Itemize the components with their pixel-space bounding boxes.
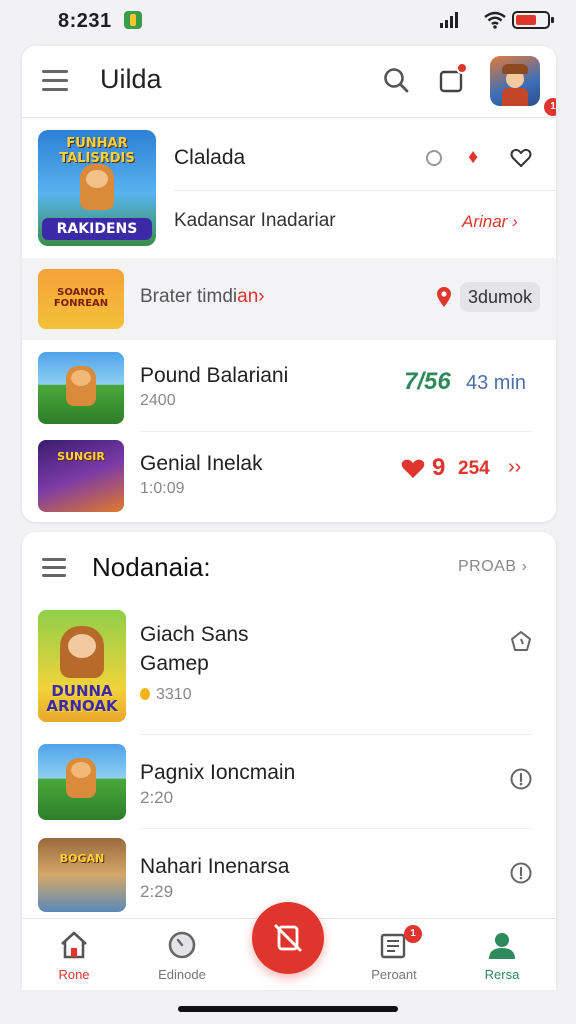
- center-action-button[interactable]: [252, 902, 324, 974]
- fire-icon[interactable]: ♦: [468, 146, 478, 169]
- nav-item-profile[interactable]: Rersa: [452, 919, 552, 991]
- wifi-icon: [484, 11, 506, 29]
- chevron-right-icon[interactable]: ››: [508, 456, 521, 479]
- profile-icon: [489, 933, 515, 959]
- search-icon[interactable]: [382, 66, 410, 94]
- status-bar: 8:231: [0, 0, 576, 40]
- thumb-text: BOGAN: [59, 852, 105, 865]
- featured-thumb-title: FUNHAR TALISRDIS: [59, 136, 135, 166]
- avatar[interactable]: [490, 56, 540, 106]
- highlight-thumb-text: SOANOR FONREAN: [53, 287, 109, 309]
- no-phone-icon: [274, 924, 302, 952]
- game-meta: 1:0:09: [140, 480, 185, 497]
- notification-dot: [456, 62, 468, 74]
- featured-more-link[interactable]: Arinar ›: [462, 212, 518, 232]
- game-meta: 2:29: [140, 882, 174, 901]
- app-bar: Uilda: [22, 46, 556, 118]
- featured-thumb-character: [80, 164, 114, 210]
- game-name: Pagnix Ioncmain: [140, 761, 296, 784]
- thumb-text: DUNNA ARNOAK: [46, 682, 118, 715]
- divider: [140, 828, 532, 829]
- list-item[interactable]: Pagnix Ioncmain 2:20: [22, 742, 556, 832]
- battery-icon: [512, 11, 554, 29]
- game-name-line2: Gamep: [140, 652, 209, 675]
- stat-duration: 43 min: [466, 372, 527, 394]
- status-time: 8:231: [58, 10, 112, 32]
- stat-count: 254: [458, 458, 490, 479]
- radio-icon[interactable]: [426, 150, 442, 166]
- heart-outline-icon[interactable]: [510, 148, 532, 168]
- pentagon-icon[interactable]: [510, 630, 532, 652]
- highlight-text-plain: Brater timdi: [140, 286, 238, 307]
- highlight-text-accent: an›: [237, 286, 265, 307]
- highlight-text: Brater timdian›: [140, 286, 265, 308]
- stat-likes: 9: [432, 454, 446, 481]
- featured-game-thumbnail[interactable]: FUNHAR TALISRDIS RAKIDENS: [38, 130, 156, 246]
- nav-label-home: Rone: [58, 967, 90, 982]
- home-indicator[interactable]: [178, 1006, 398, 1012]
- section-title: Nodanaia:: [92, 552, 211, 582]
- game-meta: 2:20: [140, 788, 174, 807]
- game-name: Nahari Inenarsa: [140, 855, 290, 878]
- nav-badge: 1: [404, 925, 422, 943]
- notification-app-icon: [124, 11, 142, 29]
- avatar-badge: 1: [544, 98, 556, 116]
- nav-label-history: Edinode: [158, 967, 206, 982]
- list-item[interactable]: Pound Balariani 2400 7/56 43 min: [22, 344, 556, 432]
- nav-label-library: Peroant: [371, 967, 417, 982]
- game-thumbnail: SUNGIR: [38, 440, 124, 512]
- divider: [140, 734, 532, 735]
- thumb-character: [66, 366, 96, 406]
- nav-label-profile: Rersa: [484, 967, 520, 982]
- game-thumbnail: BOGAN: [38, 838, 126, 912]
- game-name: Genial Inelak: [140, 452, 263, 475]
- menu-icon[interactable]: [42, 70, 68, 91]
- game-meta: 3310: [140, 686, 192, 704]
- featured-game-subtitle: Kadansar Inadariar: [174, 210, 336, 231]
- clock-icon: [168, 931, 196, 959]
- highlight-pill[interactable]: 3dumok: [460, 282, 541, 312]
- thumb-character: [66, 758, 96, 798]
- coin-icon: [140, 688, 150, 700]
- section-see-all-link[interactable]: PROAB ›: [458, 558, 527, 576]
- highlight-thumbnail: SOANOR FONREAN: [38, 269, 124, 329]
- divider: [174, 190, 556, 191]
- nav-item-library[interactable]: 1 Peroant: [344, 919, 444, 991]
- game-name: Giach Sans Gamep: [140, 620, 249, 678]
- game-meta: 2400: [140, 392, 176, 409]
- list-item[interactable]: DUNNA ARNOAK Giach Sans Gamep 3310: [22, 610, 556, 735]
- app-title: Uilda: [100, 64, 162, 94]
- heart-icon: [401, 459, 425, 478]
- game-name-line1: Giach Sans: [140, 623, 249, 646]
- featured-game-name[interactable]: Clalada: [174, 146, 245, 170]
- featured-thumb-subtitle: RAKIDENS: [42, 218, 152, 240]
- signal-icon: [440, 12, 458, 28]
- game-thumbnail: [38, 744, 126, 820]
- info-icon[interactable]: [510, 862, 532, 884]
- menu-icon[interactable]: [42, 558, 66, 577]
- info-icon[interactable]: [510, 768, 532, 790]
- top-card: Uilda 1 FUNHAR TALISRDIS RAKIDENS Clalad…: [22, 46, 556, 522]
- highlight-row[interactable]: SOANOR FONREAN Brater timdian› 3dumok: [22, 258, 556, 340]
- nav-item-home[interactable]: Rone: [24, 919, 124, 991]
- game-name: Pound Balariani: [140, 364, 289, 387]
- thumb-text: SUNGIR: [57, 450, 105, 463]
- game-thumbnail: DUNNA ARNOAK: [38, 610, 126, 722]
- nav-item-history[interactable]: Edinode: [132, 919, 232, 991]
- location-pin-icon: [437, 287, 451, 307]
- home-icon: [61, 931, 87, 959]
- thumb-character: [60, 626, 104, 678]
- game-thumbnail: [38, 352, 124, 424]
- list-item[interactable]: SUNGIR Genial Inelak 1:0:09 9 254 ››: [22, 432, 556, 520]
- game-coins: 3310: [156, 686, 192, 703]
- stat-score: 7/56: [404, 368, 451, 395]
